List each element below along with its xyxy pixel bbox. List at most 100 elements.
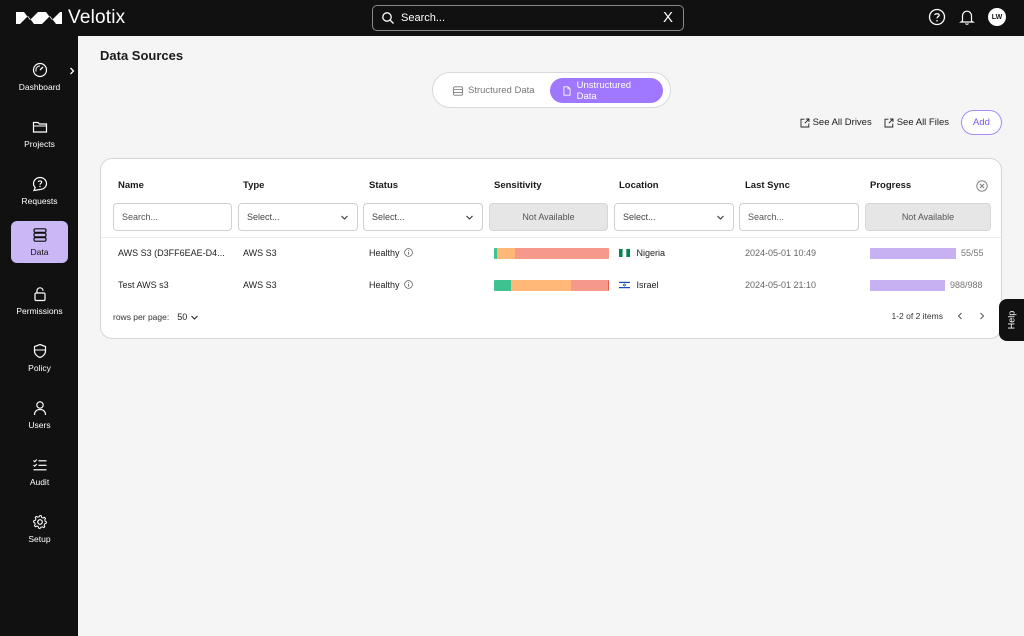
sidebar-item-label: Users xyxy=(28,420,51,430)
row-status: Healthy xyxy=(369,280,413,290)
sidebar-item-permissions[interactable]: Permissions xyxy=(11,280,68,322)
chevron-down-icon xyxy=(191,315,199,320)
row-status-label: Healthy xyxy=(369,248,400,258)
logo[interactable]: Velotix xyxy=(16,7,125,29)
type-filter-select[interactable]: Select... xyxy=(238,203,358,231)
user-icon xyxy=(33,401,46,416)
sidebar-item-policy[interactable]: Policy xyxy=(11,337,68,379)
status-filter-value: Select... xyxy=(372,212,405,222)
see-all-drives-link[interactable]: See All Drives xyxy=(800,117,872,128)
column-header-name[interactable]: Name xyxy=(118,180,144,191)
add-button[interactable]: Add xyxy=(961,110,1002,135)
global-search-input[interactable] xyxy=(401,9,641,27)
see-all-files-label: See All Files xyxy=(896,117,949,128)
sidebar-item-dashboard[interactable]: Dashboard xyxy=(11,56,68,98)
data-type-toggle: Structured Data Unstructured Data xyxy=(432,72,671,108)
see-all-drives-label: See All Drives xyxy=(812,117,872,128)
sidebar-item-label: Permissions xyxy=(16,306,63,316)
chevron-left-icon[interactable] xyxy=(955,311,965,321)
tab-unstructured-data[interactable]: Unstructured Data xyxy=(550,78,663,103)
page-title: Data Sources xyxy=(100,48,184,63)
checklist-icon xyxy=(32,459,46,471)
sensitivity-segment xyxy=(571,280,608,291)
bell-icon[interactable] xyxy=(958,8,976,26)
sensitivity-segment xyxy=(514,248,609,259)
last-sync-filter[interactable] xyxy=(739,203,859,231)
pagination: 1-2 of 2 items xyxy=(892,311,988,321)
column-header-sensitivity[interactable]: Sensitivity xyxy=(494,180,542,191)
sidebar-item-audit[interactable]: Audit xyxy=(11,451,68,493)
folder-icon xyxy=(32,121,47,133)
chat-question-icon xyxy=(32,176,47,192)
search-clear-button[interactable]: X xyxy=(663,9,673,27)
sensitivity-segment xyxy=(494,280,512,291)
column-header-type[interactable]: Type xyxy=(243,180,264,191)
table-icon xyxy=(453,85,463,96)
sensitivity-segment xyxy=(511,280,572,291)
sidebar-item-setup[interactable]: Setup xyxy=(11,508,68,550)
chevron-right-icon[interactable] xyxy=(977,311,987,321)
tab-structured-data[interactable]: Structured Data xyxy=(441,78,549,103)
data-sources-table: Name Type Status Sensitivity Location La… xyxy=(100,158,1002,339)
chevron-down-icon xyxy=(341,215,348,220)
column-header-progress[interactable]: Progress xyxy=(870,180,911,191)
row-name[interactable]: AWS S3 (D3FF6EAE-D4... xyxy=(118,248,225,258)
row-location: Israel xyxy=(619,280,659,290)
info-icon[interactable] xyxy=(404,280,413,289)
row-progress-text: 988/988 xyxy=(950,280,983,290)
sidebar-item-users[interactable]: Users xyxy=(11,394,68,436)
sidebar-item-label: Projects xyxy=(24,139,55,149)
see-all-files-link[interactable]: See All Files xyxy=(884,117,949,128)
type-filter-value: Select... xyxy=(247,212,280,222)
rows-per-page-select[interactable]: 50 xyxy=(177,312,199,322)
global-search[interactable]: X xyxy=(372,5,684,31)
column-header-location[interactable]: Location xyxy=(619,180,659,191)
help-tab[interactable]: Help xyxy=(999,299,1024,341)
rows-per-page-label: rows per page: xyxy=(113,312,170,322)
chevron-down-icon xyxy=(466,215,473,220)
document-icon xyxy=(563,85,571,96)
progress-filter: Not Available xyxy=(865,203,991,231)
database-icon xyxy=(32,228,47,242)
row-name[interactable]: Test AWS s3 xyxy=(118,280,169,290)
progress-fill xyxy=(870,280,945,291)
external-link-icon xyxy=(884,118,894,127)
app-name: Velotix xyxy=(68,7,126,28)
info-icon[interactable] xyxy=(404,248,413,257)
row-progress-text: 55/55 xyxy=(961,248,984,258)
last-sync-search-input[interactable] xyxy=(748,212,850,222)
sidebar-item-requests[interactable]: Requests xyxy=(11,170,68,212)
column-header-status[interactable]: Status xyxy=(369,180,398,191)
velotix-logo-icon xyxy=(16,12,62,24)
sidebar-item-label: Data xyxy=(30,247,49,257)
pagination-range: 1-2 of 2 items xyxy=(891,311,944,321)
sensitivity-filter: Not Available xyxy=(489,203,608,231)
help-circle-icon[interactable] xyxy=(928,8,946,26)
clear-filters-icon[interactable] xyxy=(976,180,988,192)
user-avatar[interactable]: LW xyxy=(988,8,1006,26)
sidebar-item-label: Requests xyxy=(21,196,58,206)
row-status: Healthy xyxy=(369,248,413,258)
sensitivity-bar[interactable] xyxy=(494,280,609,291)
rows-per-page-value: 50 xyxy=(177,312,188,322)
name-filter[interactable] xyxy=(113,203,232,231)
header-divider xyxy=(101,237,1001,238)
row-location-label: Israel xyxy=(636,280,659,290)
israel-flag-icon xyxy=(619,281,630,289)
external-link-icon xyxy=(800,118,810,127)
chevron-right-icon[interactable] xyxy=(68,67,76,75)
top-bar: Velotix X LW xyxy=(0,0,1024,36)
status-filter-select[interactable]: Select... xyxy=(363,203,483,231)
name-search-input[interactable] xyxy=(122,212,223,222)
sidebar-item-data[interactable]: Data xyxy=(11,221,68,263)
rows-per-page: rows per page: 50 xyxy=(113,312,199,322)
row-last-sync: 2024-05-01 21:10 xyxy=(745,280,817,290)
lock-icon xyxy=(33,287,46,302)
location-filter-select[interactable]: Select... xyxy=(614,203,734,231)
row-type: AWS S3 xyxy=(243,248,277,258)
sidebar: Dashboard Projects Requests Data Permiss… xyxy=(0,36,78,636)
sensitivity-segment xyxy=(607,280,609,291)
sensitivity-bar[interactable] xyxy=(494,248,609,259)
column-header-last-sync[interactable]: Last Sync xyxy=(745,180,790,191)
sidebar-item-projects[interactable]: Projects xyxy=(11,113,68,155)
